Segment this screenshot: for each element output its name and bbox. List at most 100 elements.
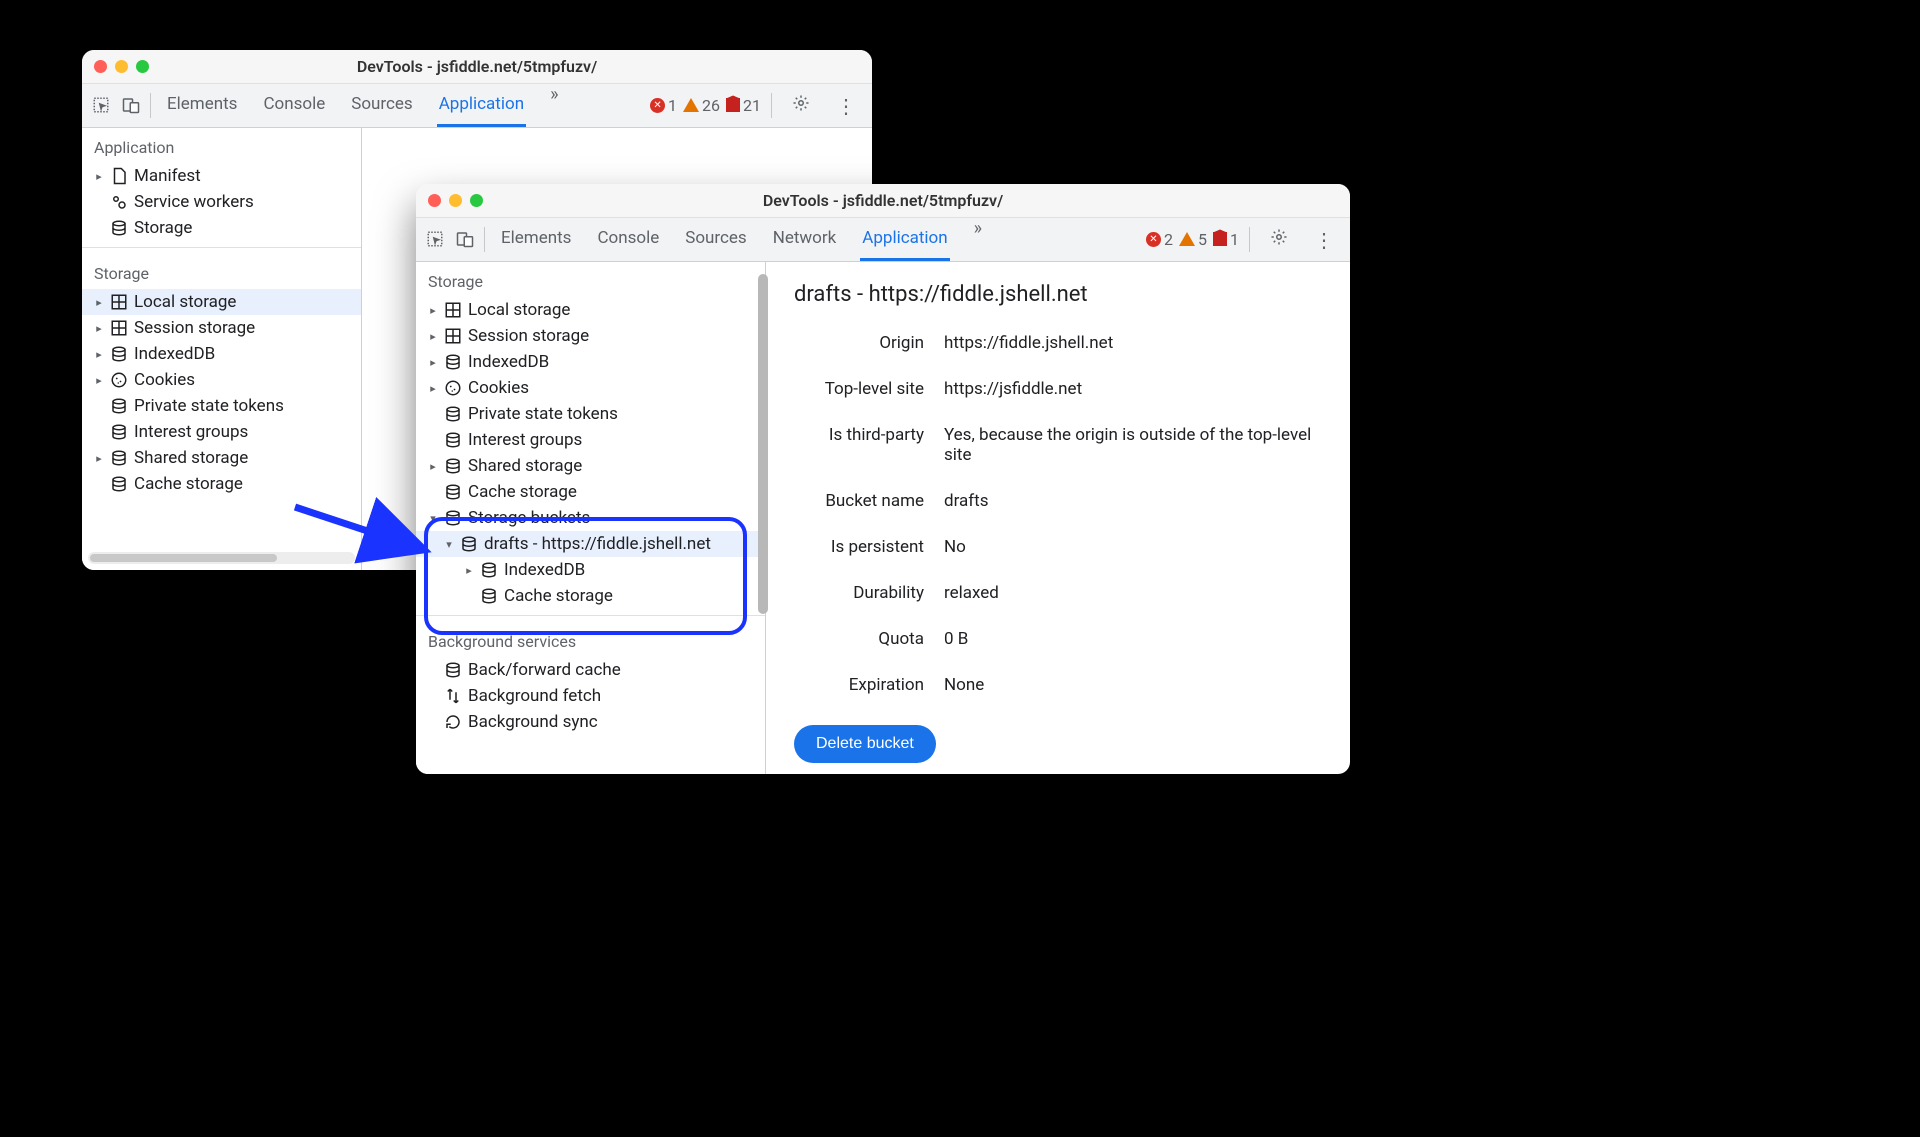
zoom-window-button[interactable] bbox=[470, 194, 483, 207]
error-count: 1 bbox=[668, 96, 677, 115]
sidebar-item-bucket-drafts[interactable]: ▾drafts - https://fiddle.jshell.net bbox=[416, 531, 765, 557]
label: Session storage bbox=[134, 318, 255, 338]
sidebar-item-cookies[interactable]: ▸Cookies bbox=[82, 367, 361, 393]
traffic-lights[interactable] bbox=[428, 194, 483, 207]
page-icon bbox=[110, 167, 128, 185]
cookie-icon bbox=[110, 371, 128, 389]
sidebar-item-private-state-tokens[interactable]: •Private state tokens bbox=[416, 401, 765, 427]
sidebar-item-bucket-indexeddb[interactable]: ▸IndexedDB bbox=[416, 557, 765, 583]
more-tabs-button[interactable]: » bbox=[972, 218, 984, 261]
tab-application[interactable]: Application bbox=[860, 218, 949, 261]
tab-network[interactable]: Network bbox=[771, 218, 839, 261]
sidebar-item-local-storage[interactable]: ▸Local storage bbox=[82, 289, 361, 315]
vertical-scrollbar[interactable] bbox=[758, 270, 768, 650]
sidebar-item-private-state-tokens[interactable]: •Private state tokens bbox=[82, 393, 361, 419]
warning-icon bbox=[1179, 232, 1195, 246]
horizontal-scrollbar[interactable] bbox=[88, 552, 355, 564]
label: Cookies bbox=[134, 370, 195, 390]
sidebar-item-bg-fetch[interactable]: •Background fetch bbox=[416, 683, 765, 709]
label: Private state tokens bbox=[134, 396, 284, 416]
quota-value: 0 B bbox=[944, 629, 1322, 649]
sidebar-item-interest-groups[interactable]: •Interest groups bbox=[416, 427, 765, 453]
is-persistent-value: No bbox=[944, 537, 1322, 557]
expiration-value: None bbox=[944, 675, 1322, 695]
device-toolbar-icon[interactable] bbox=[456, 230, 474, 248]
minimize-window-button[interactable] bbox=[115, 60, 128, 73]
is-persistent-label: Is persistent bbox=[794, 537, 924, 557]
issue-counts[interactable]: 2 5 1 bbox=[1146, 227, 1250, 253]
database-icon bbox=[444, 483, 462, 501]
zoom-window-button[interactable] bbox=[136, 60, 149, 73]
database-icon bbox=[444, 405, 462, 423]
sidebar-item-cache-storage[interactable]: •Cache storage bbox=[416, 479, 765, 505]
label: Background fetch bbox=[468, 686, 601, 706]
database-icon bbox=[110, 219, 128, 237]
delete-bucket-button[interactable]: Delete bucket bbox=[794, 725, 936, 763]
warning-count: 5 bbox=[1198, 230, 1207, 249]
label: Session storage bbox=[468, 326, 589, 346]
settings-button[interactable] bbox=[786, 94, 816, 117]
sidebar-item-service-workers[interactable]: •Service workers bbox=[82, 189, 361, 215]
close-window-button[interactable] bbox=[94, 60, 107, 73]
inspect-icon[interactable] bbox=[92, 96, 110, 114]
sidebar-item-cookies[interactable]: ▸Cookies bbox=[416, 375, 765, 401]
traffic-lights[interactable] bbox=[94, 60, 149, 73]
database-icon bbox=[480, 561, 498, 579]
label: Cache storage bbox=[134, 474, 243, 494]
tab-sources[interactable]: Sources bbox=[683, 218, 748, 261]
sidebar-item-indexeddb[interactable]: ▸IndexedDB bbox=[82, 341, 361, 367]
table-icon bbox=[110, 293, 128, 311]
database-icon bbox=[110, 345, 128, 363]
more-menu-button[interactable]: ⋮ bbox=[1308, 228, 1340, 252]
section-storage: Storage bbox=[82, 254, 361, 289]
settings-button[interactable] bbox=[1264, 228, 1294, 251]
more-tabs-button[interactable]: » bbox=[548, 84, 560, 127]
gears-icon bbox=[110, 193, 128, 211]
sidebar-item-shared-storage[interactable]: ▸Shared storage bbox=[416, 453, 765, 479]
close-window-button[interactable] bbox=[428, 194, 441, 207]
sidebar-item-indexeddb[interactable]: ▸IndexedDB bbox=[416, 349, 765, 375]
tab-elements[interactable]: Elements bbox=[499, 218, 573, 261]
label: IndexedDB bbox=[468, 352, 549, 372]
devtools-window-new: DevTools - jsfiddle.net/5tmpfuzv/ Elemen… bbox=[416, 184, 1350, 774]
database-icon bbox=[444, 353, 462, 371]
issue-counts[interactable]: 1 26 21 bbox=[650, 93, 772, 119]
window-title: DevTools - jsfiddle.net/5tmpfuzv/ bbox=[416, 191, 1350, 210]
inspect-icon[interactable] bbox=[426, 230, 444, 248]
sidebar-item-manifest[interactable]: ▸Manifest bbox=[82, 163, 361, 189]
sidebar-item-storage-summary[interactable]: •Storage bbox=[82, 215, 361, 241]
sidebar-item-bg-sync[interactable]: •Background sync bbox=[416, 709, 765, 735]
sidebar-item-session-storage[interactable]: ▸Session storage bbox=[416, 323, 765, 349]
sidebar-item-shared-storage[interactable]: ▸Shared storage bbox=[82, 445, 361, 471]
tab-console[interactable]: Console bbox=[595, 218, 661, 261]
sidebar-item-bfcache[interactable]: •Back/forward cache bbox=[416, 657, 765, 683]
database-icon bbox=[460, 535, 478, 553]
label: Local storage bbox=[468, 300, 570, 320]
tab-elements[interactable]: Elements bbox=[165, 84, 239, 127]
more-menu-button[interactable]: ⋮ bbox=[830, 94, 862, 118]
database-icon bbox=[110, 423, 128, 441]
database-icon bbox=[110, 449, 128, 467]
label: IndexedDB bbox=[504, 560, 585, 580]
label: drafts - https://fiddle.jshell.net bbox=[484, 534, 711, 554]
sidebar-item-storage-buckets[interactable]: ▾Storage buckets bbox=[416, 505, 765, 531]
sidebar-item-interest-groups[interactable]: •Interest groups bbox=[82, 419, 361, 445]
sidebar-item-local-storage[interactable]: ▸Local storage bbox=[416, 297, 765, 323]
label: Cache storage bbox=[504, 586, 613, 606]
is-third-party-value: Yes, because the origin is outside of th… bbox=[944, 425, 1322, 465]
tab-application[interactable]: Application bbox=[437, 84, 526, 127]
durability-value: relaxed bbox=[944, 583, 1322, 603]
titlebar: DevTools - jsfiddle.net/5tmpfuzv/ bbox=[82, 50, 872, 84]
device-toolbar-icon[interactable] bbox=[122, 96, 140, 114]
tab-sources[interactable]: Sources bbox=[349, 84, 414, 127]
table-icon bbox=[444, 327, 462, 345]
cookie-icon bbox=[444, 379, 462, 397]
sidebar-item-session-storage[interactable]: ▸Session storage bbox=[82, 315, 361, 341]
minimize-window-button[interactable] bbox=[449, 194, 462, 207]
sidebar-item-bucket-cache[interactable]: •Cache storage bbox=[416, 583, 765, 609]
sidebar-item-cache-storage[interactable]: •Cache storage bbox=[82, 471, 361, 497]
section-application: Application bbox=[82, 128, 361, 163]
application-sidebar: Application ▸Manifest •Service workers •… bbox=[82, 128, 362, 570]
tab-console[interactable]: Console bbox=[261, 84, 327, 127]
updown-icon bbox=[444, 687, 462, 705]
